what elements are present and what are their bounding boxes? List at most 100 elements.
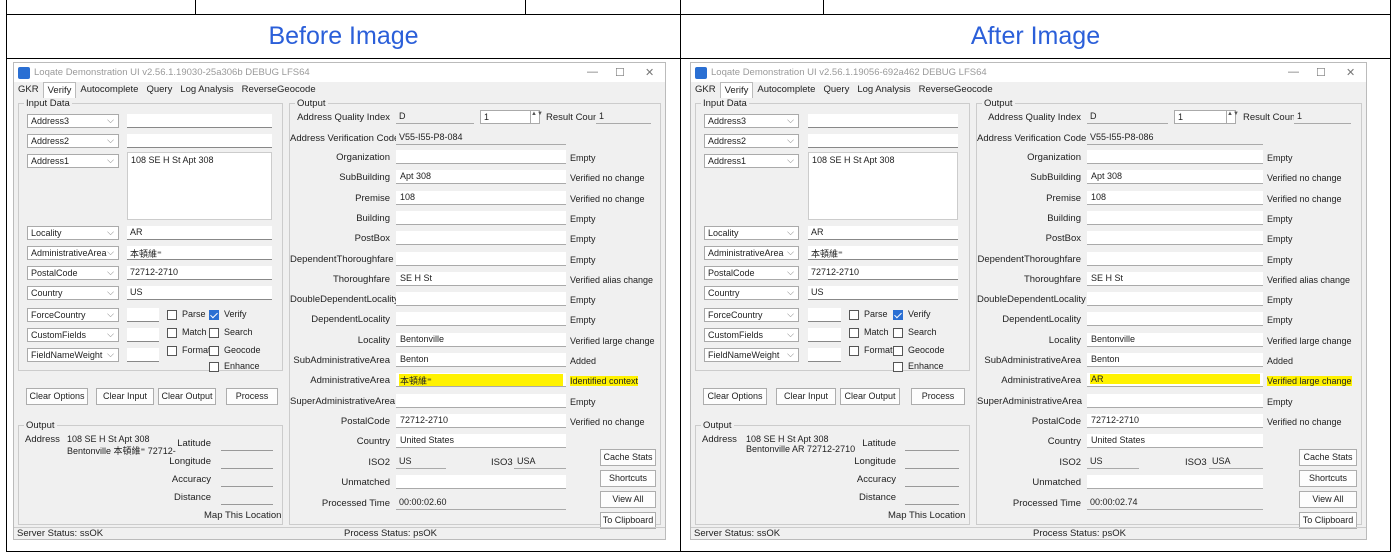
shortcuts-button[interactable]: Shortcuts [1299,469,1357,487]
close-button[interactable]: ✕ [1346,66,1355,79]
verify-checkbox[interactable] [209,310,219,320]
result-index-stepper[interactable]: 1 ▲▼ [480,110,543,124]
locality-input[interactable]: AR [808,226,958,240]
longitude-field[interactable] [221,468,273,469]
spin-arrows-icon[interactable]: ▲▼ [530,111,543,123]
force-country-input[interactable] [808,308,841,322]
tab-verify[interactable]: Verify [42,82,77,98]
postal-code-input[interactable]: 72712-2710 [808,266,958,280]
country-input[interactable]: US [808,286,958,300]
cache-stats-button[interactable]: Cache Stats [600,448,656,466]
map-this-location-link[interactable]: Map This Location [888,510,965,521]
parse-checkbox[interactable] [167,310,177,320]
field-select-locality[interactable]: Locality ⌵ [704,226,799,240]
field-select-address2[interactable]: Address2 ⌵ [27,134,119,148]
field-select-forcecountry[interactable]: ForceCountry ⌵ [27,308,119,322]
field-select-address1[interactable]: Address1 ⌵ [704,154,799,168]
view-all-button[interactable]: View All [1299,490,1357,508]
to-clipboard-button[interactable]: To Clipboard [1299,511,1357,529]
field-select-country[interactable]: Country ⌵ [704,286,799,300]
field-select-postalcode[interactable]: PostalCode ⌵ [704,266,799,280]
clear-output-button[interactable]: Clear Output [840,388,900,405]
match-checkbox[interactable] [167,328,177,338]
clear-input-button[interactable]: Clear Input [776,388,836,405]
tab-autocomplete[interactable]: Autocomplete [76,82,142,98]
search-checkbox[interactable] [209,328,219,338]
search-checkbox[interactable] [893,328,903,338]
process-button[interactable]: Process [911,388,965,405]
field-select-address3[interactable]: Address3 ⌵ [27,114,119,128]
address2-input[interactable] [127,134,272,148]
map-this-location-link[interactable]: Map This Location [204,510,281,521]
field-select-address3[interactable]: Address3 ⌵ [704,114,799,128]
to-clipboard-button[interactable]: To Clipboard [600,511,656,529]
maximize-button[interactable]: ☐ [615,66,625,79]
distance-field[interactable] [221,504,273,505]
process-button[interactable]: Process [226,388,278,405]
administrative-area-input[interactable]: 本頓維⁼ [808,246,958,260]
field-select-country[interactable]: Country ⌵ [27,286,119,300]
clear-options-button[interactable]: Clear Options [703,388,767,405]
address3-input[interactable] [808,114,958,128]
field-select-address2[interactable]: Address2 ⌵ [704,134,799,148]
cache-stats-button[interactable]: Cache Stats [1299,448,1357,466]
custom-fields-input[interactable] [808,328,841,342]
accuracy-field[interactable] [221,486,273,487]
verify-checkbox[interactable] [893,310,903,320]
latitude-field[interactable] [905,450,959,451]
address1-input[interactable]: 108 SE H St Apt 308 [808,152,958,220]
tab-autocomplete[interactable]: Autocomplete [753,82,819,98]
tab-reversegeocode[interactable]: ReverseGeocode [238,82,320,98]
clear-output-button[interactable]: Clear Output [158,388,216,405]
country-input[interactable]: US [127,286,272,300]
tab-query[interactable]: Query [819,82,853,98]
field-select-administrativearea[interactable]: AdministrativeArea ⌵ [27,246,119,260]
accuracy-field[interactable] [905,486,959,487]
tab-log-analysis[interactable]: Log Analysis [853,82,914,98]
address2-input[interactable] [808,134,958,148]
postal-code-input[interactable]: 72712-2710 [127,266,272,280]
minimize-button[interactable]: — [1288,66,1299,78]
tab-gkr[interactable]: GKR [691,82,720,98]
shortcuts-button[interactable]: Shortcuts [600,469,656,487]
spin-arrows-icon[interactable]: ▲▼ [1226,111,1239,123]
tab-log-analysis[interactable]: Log Analysis [176,82,237,98]
geocode-checkbox[interactable] [893,346,903,356]
administrative-area-input[interactable]: 本頓維⁼ [127,246,272,260]
field-select-fieldnameweight[interactable]: FieldNameWeight ⌵ [704,348,799,362]
field-select-locality[interactable]: Locality ⌵ [27,226,119,240]
tab-gkr[interactable]: GKR [14,82,43,98]
distance-field[interactable] [905,504,959,505]
enhance-checkbox[interactable] [893,362,903,372]
clear-input-button[interactable]: Clear Input [96,388,154,405]
field-select-fieldnameweight[interactable]: FieldNameWeight ⌵ [27,348,119,362]
field-name-weight-input[interactable] [127,348,159,362]
result-index-stepper[interactable]: 1 ▲▼ [1174,110,1239,124]
maximize-button[interactable]: ☐ [1316,66,1326,79]
geocode-checkbox[interactable] [209,346,219,356]
minimize-button[interactable]: — [587,66,598,78]
latitude-field[interactable] [221,450,273,451]
clear-options-button[interactable]: Clear Options [26,388,88,405]
field-name-weight-input[interactable] [808,348,841,362]
field-select-forcecountry[interactable]: ForceCountry ⌵ [704,308,799,322]
format-checkbox[interactable] [167,346,177,356]
field-select-customfields[interactable]: CustomFields ⌵ [704,328,799,342]
enhance-checkbox[interactable] [209,362,219,372]
field-select-customfields[interactable]: CustomFields ⌵ [27,328,119,342]
tab-verify[interactable]: Verify [719,82,754,98]
tab-query[interactable]: Query [142,82,176,98]
format-checkbox[interactable] [849,346,859,356]
custom-fields-input[interactable] [127,328,159,342]
longitude-field[interactable] [905,468,959,469]
address3-input[interactable] [127,114,272,128]
tab-reversegeocode[interactable]: ReverseGeocode [915,82,997,98]
locality-input[interactable]: AR [127,226,272,240]
close-button[interactable]: ✕ [645,66,654,79]
field-select-administrativearea[interactable]: AdministrativeArea ⌵ [704,246,799,260]
field-select-address1[interactable]: Address1 ⌵ [27,154,119,168]
view-all-button[interactable]: View All [600,490,656,508]
match-checkbox[interactable] [849,328,859,338]
address1-input[interactable]: 108 SE H St Apt 308 [127,152,272,220]
parse-checkbox[interactable] [849,310,859,320]
